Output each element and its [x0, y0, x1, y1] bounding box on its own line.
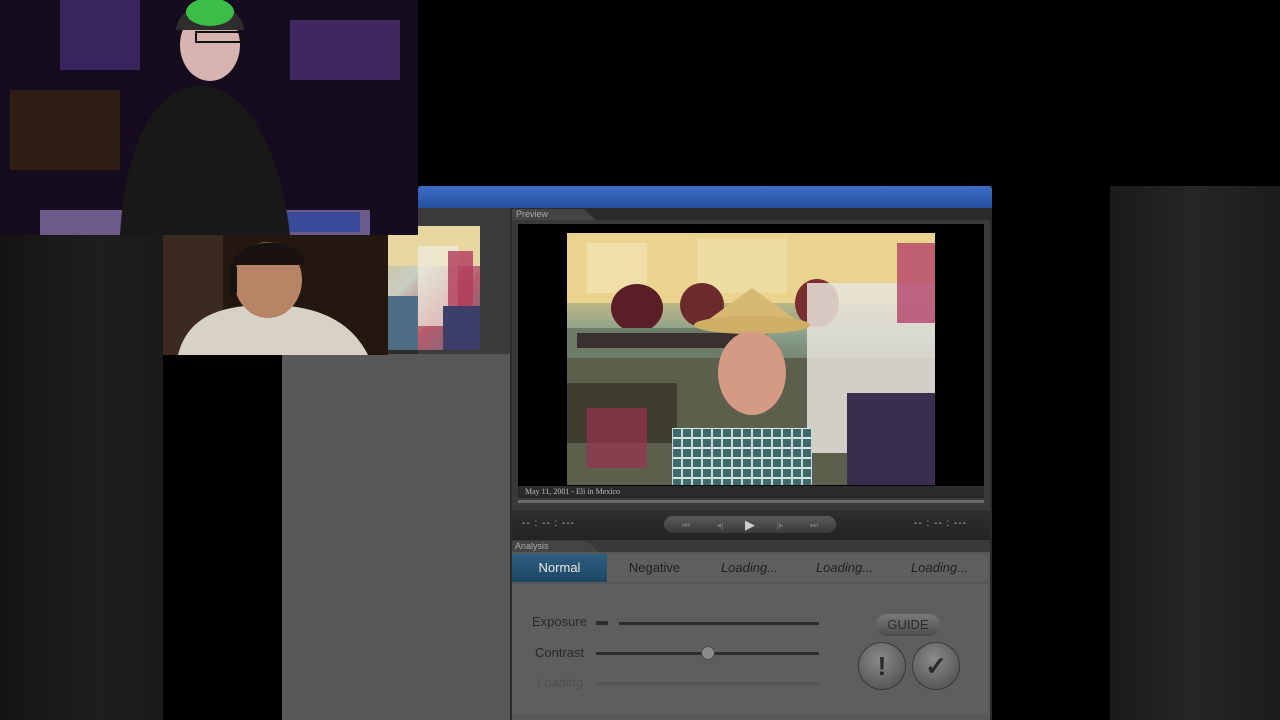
tab-loading-3[interactable]: Loading... — [892, 554, 987, 582]
time-elapsed: -- : -- : --- — [522, 518, 575, 529]
webcam-overlay-2 — [163, 235, 388, 355]
contrast-knob[interactable] — [701, 646, 715, 660]
contrast-label: Contrast — [535, 645, 585, 660]
photo-caption: May 11, 2001 - Eli in Mexico — [525, 487, 621, 496]
exposure-track[interactable] — [619, 622, 819, 625]
window-title-bar[interactable] — [418, 186, 992, 208]
timeline-scrubber[interactable] — [518, 500, 984, 503]
tab-negative[interactable]: Negative — [607, 554, 702, 582]
exposure-label: Exposure — [532, 614, 587, 629]
left-background-panel — [0, 235, 163, 720]
left-pane — [282, 354, 510, 720]
tab-loading-1[interactable]: Loading... — [702, 554, 797, 582]
photo-analysis-window: Preview May 11, 2001 - Eli in Mexico -- … — [282, 186, 992, 720]
checkmark-icon[interactable]: ✓ — [912, 642, 960, 690]
webcam-overlay-1 — [0, 0, 418, 235]
preview-tab: Preview — [512, 209, 596, 220]
photo-thumbnail[interactable] — [388, 226, 480, 350]
exposure-handle[interactable] — [596, 621, 608, 625]
time-remaining: -- : -- : --- — [914, 518, 967, 529]
analysis-tab: Analysis — [512, 541, 599, 552]
right-background-panel — [1110, 186, 1280, 720]
play-icon[interactable]: ▶ — [740, 517, 760, 533]
tab-loading-2[interactable]: Loading... — [797, 554, 892, 582]
tab-normal[interactable]: Normal — [512, 554, 607, 582]
step-back-icon[interactable]: ◂| — [710, 517, 730, 533]
loading-slider-label: Loading — [537, 675, 584, 690]
left-dark-strip — [163, 355, 282, 720]
preview-photo — [567, 233, 935, 485]
step-forward-icon[interactable]: |▸ — [770, 517, 790, 533]
skip-back-icon[interactable]: ⏮ — [676, 517, 696, 533]
guide-button[interactable]: GUIDE — [876, 614, 940, 636]
skip-forward-icon[interactable]: ⏭ — [804, 517, 824, 533]
exclamation-icon[interactable]: ! — [858, 642, 906, 690]
loading-slider-track — [596, 682, 819, 685]
